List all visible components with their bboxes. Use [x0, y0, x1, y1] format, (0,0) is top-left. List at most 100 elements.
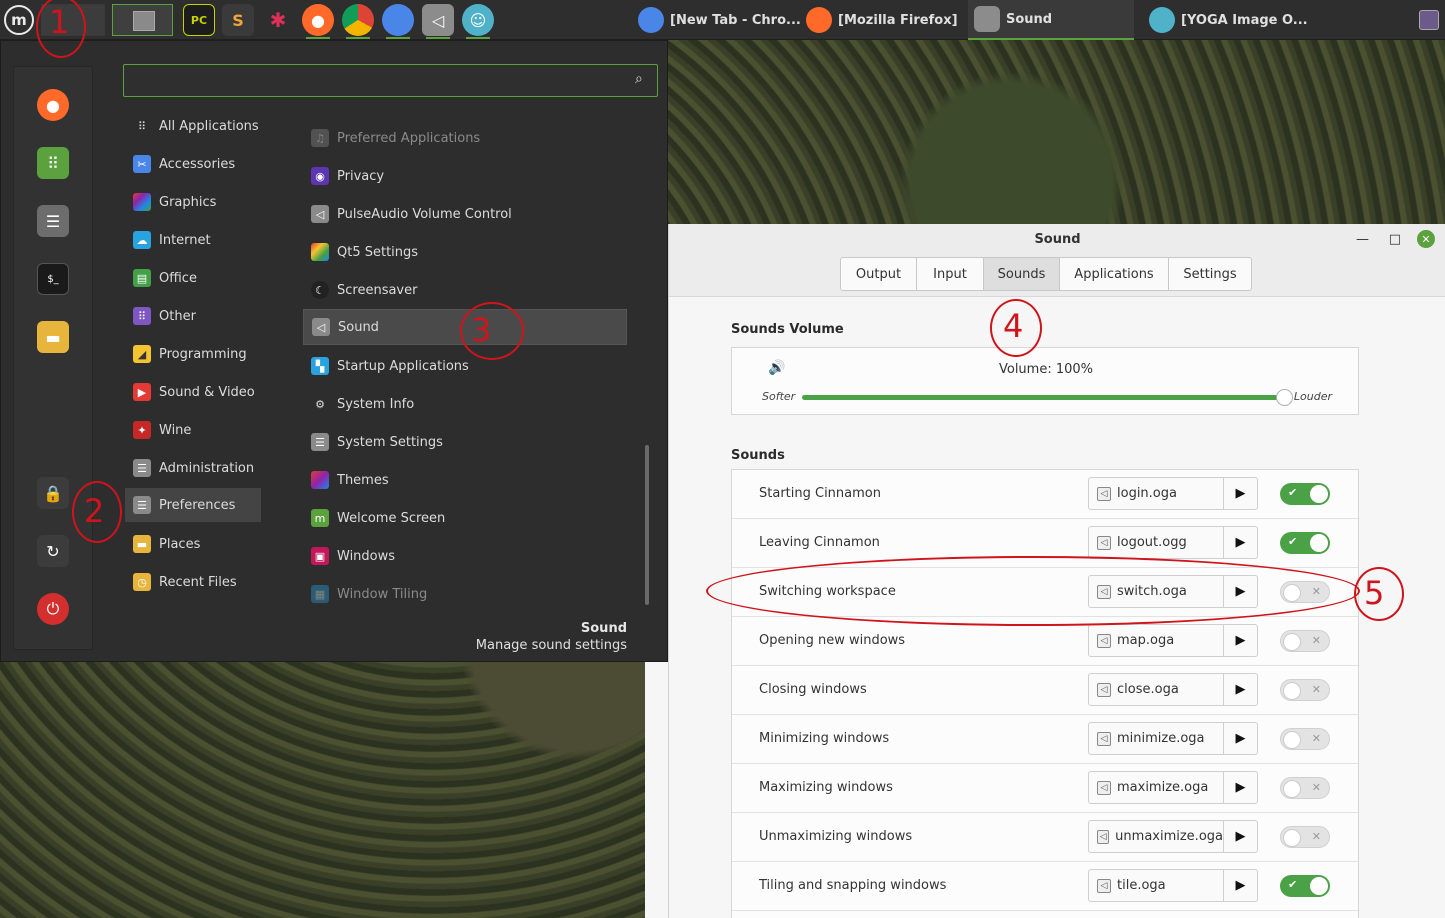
tab-input[interactable]: Input [917, 258, 984, 290]
play-button[interactable]: ▶ [1223, 771, 1258, 804]
category-sound-video[interactable]: ▶ Sound & Video [125, 375, 261, 409]
sublime-text-icon[interactable]: S [222, 4, 254, 36]
sound-video-icon: ▶ [133, 383, 151, 401]
fav-files-icon[interactable]: ▬ [37, 321, 69, 353]
close-icon[interactable]: ✕ [1417, 230, 1435, 248]
category-graphics[interactable]: Graphics [125, 185, 261, 219]
play-icon: ▶ [1235, 878, 1246, 893]
tab-output[interactable]: Output [841, 258, 917, 290]
play-button[interactable]: ▶ [1223, 526, 1258, 559]
menu-logo-button[interactable]: m [4, 5, 34, 35]
sound-file-chooser[interactable]: ◁ map.oga [1088, 624, 1224, 657]
workspace-switcher-tray-icon[interactable] [1419, 10, 1439, 30]
fav-terminal-icon[interactable]: $_ [37, 263, 69, 295]
category-preferences[interactable]: ☰ Preferences [125, 488, 261, 522]
chromium-icon[interactable] [382, 4, 414, 39]
play-button[interactable]: ▶ [1223, 869, 1258, 902]
category-administration[interactable]: ☰ Administration [125, 451, 261, 485]
sound-file-chooser[interactable]: ◁ logout.ogg [1088, 526, 1224, 559]
sound-file-name: minimize.oga [1117, 731, 1205, 746]
app-windows[interactable]: ▣ Windows [303, 538, 627, 574]
fav-firefox-icon[interactable]: ● [37, 89, 69, 121]
sound-row: Closing windows ◁ close.oga ▶ ✕ [732, 666, 1358, 715]
task-chrome[interactable]: [New Tab - Chro... [632, 0, 800, 40]
play-button[interactable]: ▶ [1223, 477, 1258, 510]
search-icon: ⌕ [635, 71, 643, 87]
power-icon[interactable]: ⏻ [37, 593, 69, 625]
chrome-icon[interactable] [342, 4, 374, 39]
sound-event-label: Unmaximizing windows [759, 829, 913, 844]
sound-file-chooser[interactable]: ◁ unmaximize.oga [1088, 820, 1224, 853]
category-label: Other [159, 308, 196, 324]
app-window-tiling[interactable]: ▦ Window Tiling [303, 576, 627, 612]
app-themes[interactable]: Themes [303, 462, 627, 498]
maximize-icon[interactable]: □ [1389, 232, 1401, 247]
category-wine[interactable]: ✦ Wine [125, 413, 261, 447]
workspace-window-thumb [133, 11, 155, 31]
category-internet[interactable]: ☁ Internet [125, 223, 261, 257]
sound-file-chooser[interactable]: ◁ login.oga [1088, 477, 1224, 510]
sound-task-icon [974, 6, 1000, 32]
play-button[interactable]: ▶ [1223, 820, 1258, 853]
sound-file-chooser[interactable]: ◁ tile.oga [1088, 869, 1224, 902]
lock-screen-icon[interactable]: 🔒 [37, 477, 69, 509]
sound-enable-toggle[interactable]: ✕ [1280, 679, 1330, 701]
tab-applications[interactable]: Applications [1060, 258, 1169, 290]
firefox-icon[interactable]: ● [302, 4, 334, 39]
app-screensaver[interactable]: ☾ Screensaver [303, 272, 627, 308]
app-welcome-screen[interactable]: m Welcome Screen [303, 500, 627, 536]
category-office[interactable]: ▤ Office [125, 261, 261, 295]
logout-icon[interactable]: ↻ [37, 535, 69, 567]
sound-file-chooser[interactable]: ◁ minimize.oga [1088, 722, 1224, 755]
category-all-applications[interactable]: ⠿ All Applications [125, 109, 261, 143]
louder-label: Louder [1293, 390, 1332, 403]
app-preferred-applications[interactable]: ♫ Preferred Applications [303, 120, 627, 156]
minimize-icon[interactable]: — [1356, 232, 1369, 247]
app-privacy[interactable]: ◉ Privacy [303, 158, 627, 194]
slack-icon[interactable]: ✱ [262, 4, 294, 36]
sound-file-chooser[interactable]: ◁ maximize.oga [1088, 771, 1224, 804]
workspace-2[interactable] [112, 4, 173, 36]
apps-scrollbar[interactable] [645, 445, 649, 605]
fav-software-manager-icon[interactable]: ⠿ [37, 147, 69, 179]
play-button[interactable]: ▶ [1223, 722, 1258, 755]
app-label: Window Tiling [337, 586, 428, 602]
app-system-info[interactable]: ⚙ System Info [303, 386, 627, 422]
sound-enable-toggle[interactable]: ✔ [1280, 875, 1330, 897]
sound-enable-toggle[interactable]: ✕ [1280, 826, 1330, 848]
volume-slider-handle[interactable] [1276, 389, 1293, 406]
category-places[interactable]: ▬ Places [125, 527, 261, 561]
app-system-settings[interactable]: ☰ System Settings [303, 424, 627, 460]
task-sound[interactable]: Sound [968, 0, 1134, 40]
top-panel: m PC S ✱ ● ◁ ☺ [New Tab - Chro... [Mozil… [0, 0, 1445, 40]
play-button[interactable]: ▶ [1223, 624, 1258, 657]
app-qt5-settings[interactable]: Qt5 Settings [303, 234, 627, 270]
sounds-heading: Sounds [731, 448, 785, 463]
app-pulseaudio[interactable]: ◁ PulseAudio Volume Control [303, 196, 627, 232]
category-other[interactable]: ⠿ Other [125, 299, 261, 333]
task-firefox[interactable]: [Mozilla Firefox] [800, 0, 968, 40]
sound-enable-toggle[interactable]: ✕ [1280, 777, 1330, 799]
task-yoga[interactable]: [YOGA Image O... [1143, 0, 1323, 40]
category-programming[interactable]: ◢ Programming [125, 337, 261, 371]
sound-file-chooser[interactable]: ◁ close.oga [1088, 673, 1224, 706]
sound-enable-toggle[interactable]: ✕ [1280, 728, 1330, 750]
play-button[interactable]: ▶ [1223, 673, 1258, 706]
sound-speaker-icon[interactable]: ◁ [422, 4, 454, 39]
sound-enable-toggle[interactable]: ✕ [1280, 630, 1330, 652]
menu-search-input[interactable]: ⌕ [123, 64, 658, 97]
tab-settings[interactable]: Settings [1169, 258, 1251, 290]
annotation-number-5: 5 [1364, 574, 1385, 612]
pycharm-icon[interactable]: PC [183, 4, 215, 36]
sound-enable-toggle[interactable]: ✔ [1280, 532, 1330, 554]
category-accessories[interactable]: ✂ Accessories [125, 147, 261, 181]
tab-sounds[interactable]: Sounds [984, 258, 1060, 290]
fav-system-settings-icon[interactable]: ☰ [37, 205, 69, 237]
category-recent-files[interactable]: ◷ Recent Files [125, 565, 261, 599]
volume-slider[interactable] [802, 389, 1293, 406]
window-titlebar[interactable]: Sound [669, 224, 1445, 254]
sound-enable-toggle[interactable]: ✔ [1280, 483, 1330, 505]
yoga-app-icon[interactable]: ☺ [462, 4, 494, 39]
mint-logo-icon: m [311, 509, 329, 527]
app-startup-applications[interactable]: ▚ Startup Applications [303, 348, 627, 384]
